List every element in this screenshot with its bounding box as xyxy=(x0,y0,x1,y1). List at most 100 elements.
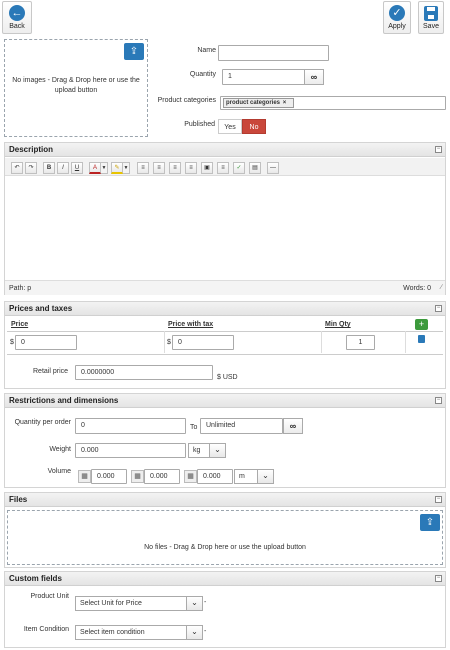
redo-icon[interactable]: ↷ xyxy=(25,162,37,174)
categories-label: Product categories xyxy=(157,97,216,104)
product-unit-select[interactable]: Select Unit for Price xyxy=(75,596,187,611)
chevron-down-icon[interactable]: ▼ xyxy=(123,162,130,174)
price-input[interactable]: 0 xyxy=(15,335,77,350)
price-tax-column-header: Price with tax xyxy=(168,321,214,328)
category-tag-label: product categories xyxy=(226,100,281,106)
collapse-icon[interactable]: − xyxy=(435,496,442,503)
dimension-z-icon: ▦ xyxy=(184,470,197,483)
files-dropzone[interactable]: ⇪ No files - Drag & Drop here or use the… xyxy=(7,510,443,565)
back-button[interactable]: ← Back xyxy=(2,1,32,34)
italic-button[interactable]: I xyxy=(57,162,69,174)
prices-header: Prices and taxes − xyxy=(5,302,445,316)
add-price-button[interactable]: + xyxy=(415,319,428,330)
weight-input[interactable]: 0.000 xyxy=(75,443,186,458)
volume-x-input[interactable]: 0.000 xyxy=(91,469,127,484)
collapse-icon[interactable]: − xyxy=(435,575,442,582)
files-header: Files − xyxy=(5,493,445,507)
align-right-icon[interactable]: ≡ xyxy=(185,162,197,174)
apply-button[interactable]: ✓ Apply xyxy=(383,1,411,34)
upload-image-button[interactable]: ⇪ xyxy=(124,43,144,60)
category-tag[interactable]: product categories × xyxy=(223,98,294,108)
item-condition-select[interactable]: Select item condition xyxy=(75,625,187,640)
bold-button[interactable]: B xyxy=(43,162,55,174)
trash-icon[interactable] xyxy=(418,335,425,343)
dash: - xyxy=(204,628,207,635)
chevron-down-icon[interactable]: ⌄ xyxy=(257,469,274,484)
bullet-list-icon[interactable]: ≡ xyxy=(137,162,149,174)
collapse-icon[interactable]: − xyxy=(435,397,442,404)
volume-unit-select[interactable]: m xyxy=(234,469,258,484)
save-label: Save xyxy=(423,23,439,30)
chevron-down-icon[interactable]: ⌄ xyxy=(186,596,203,611)
underline-button[interactable]: U xyxy=(71,162,83,174)
save-button[interactable]: Save xyxy=(418,1,444,34)
quantity-to-input[interactable]: Unlimited xyxy=(200,418,283,434)
divider xyxy=(405,331,406,353)
published-yes-toggle[interactable]: Yes xyxy=(218,119,242,134)
toolbar: ← Back ✓ Apply Save xyxy=(0,0,450,36)
volume-y-input[interactable]: 0.000 xyxy=(144,469,180,484)
numbered-list-icon[interactable]: ≡ xyxy=(153,162,165,174)
editor-path: Path: p xyxy=(9,285,32,292)
remove-tag-icon[interactable]: × xyxy=(283,100,287,106)
apply-label: Apply xyxy=(388,23,406,30)
link-icon[interactable]: ✓ xyxy=(233,162,245,174)
price-with-tax-input[interactable]: 0 xyxy=(172,335,234,350)
horizontal-rule-icon[interactable]: — xyxy=(267,162,279,174)
files-title: Files xyxy=(9,495,28,504)
volume-label: Volume xyxy=(47,468,71,475)
published-label: Published xyxy=(184,121,215,128)
custom-fields-title: Custom fields xyxy=(9,574,62,583)
name-input[interactable] xyxy=(218,45,329,61)
currency-symbol: $ xyxy=(10,339,14,346)
to-label: To xyxy=(190,424,198,431)
name-label: Name xyxy=(197,47,216,54)
undo-icon[interactable]: ↶ xyxy=(11,162,23,174)
back-label: Back xyxy=(9,23,25,30)
editor-statusbar: Path: p Words: 0 ∕ xyxy=(5,280,445,295)
divider xyxy=(164,331,165,353)
upload-file-button[interactable]: ⇪ xyxy=(420,514,440,531)
chevron-down-icon[interactable]: ⌄ xyxy=(209,443,226,458)
retail-price-label: Retail price xyxy=(33,368,69,375)
prices-title: Prices and taxes xyxy=(9,304,73,313)
media-icon[interactable]: ▤ xyxy=(249,162,261,174)
align-left-icon[interactable]: ≡ xyxy=(169,162,181,174)
editor-body[interactable] xyxy=(5,177,445,279)
weight-unit-select[interactable]: kg xyxy=(188,443,210,458)
text-color-icon[interactable]: A xyxy=(89,162,101,174)
custom-fields-panel: Custom fields − Product Unit Select Unit… xyxy=(4,571,446,648)
min-qty-column-header: Min Qty xyxy=(325,321,351,328)
image-dropzone[interactable]: ⇪ No images - Drag & Drop here or use th… xyxy=(4,39,148,137)
quantity-from-input[interactable]: 0 xyxy=(75,418,186,434)
collapse-icon[interactable]: − xyxy=(435,146,442,153)
min-qty-input[interactable]: 1 xyxy=(346,335,375,350)
retail-price-input[interactable]: 0.0000000 xyxy=(75,365,213,380)
arrow-left-icon: ← xyxy=(9,5,25,21)
dimension-x-icon: ▦ xyxy=(78,470,91,483)
retail-price-unit: $ USD xyxy=(217,374,238,381)
check-icon: ✓ xyxy=(389,5,405,21)
infinity-icon[interactable]: ∞ xyxy=(304,69,324,85)
quantity-label: Quantity xyxy=(189,71,216,78)
chevron-down-icon[interactable]: ▼ xyxy=(101,162,108,174)
quantity-input[interactable]: 1 xyxy=(222,69,305,85)
floppy-icon xyxy=(424,6,438,21)
highlight-icon[interactable]: ✎ xyxy=(111,162,123,174)
infinity-icon[interactable]: ∞ xyxy=(283,418,303,434)
restrictions-header: Restrictions and dimensions − xyxy=(5,394,445,408)
collapse-icon[interactable]: − xyxy=(435,305,442,312)
restrictions-title: Restrictions and dimensions xyxy=(9,396,119,405)
dimension-y-icon: ▦ xyxy=(131,470,144,483)
resize-icon[interactable]: ∕ xyxy=(441,284,442,291)
description-header: Description − xyxy=(5,143,445,157)
image-icon[interactable]: ▣ xyxy=(201,162,213,174)
description-title: Description xyxy=(9,145,54,154)
published-no-toggle[interactable]: No xyxy=(242,119,266,134)
prices-panel: Prices and taxes − Price Price with tax … xyxy=(4,301,446,389)
restrictions-panel: Restrictions and dimensions − Quantity p… xyxy=(4,393,446,488)
indent-icon[interactable]: ≡ xyxy=(217,162,229,174)
volume-z-input[interactable]: 0.000 xyxy=(197,469,233,484)
dash: - xyxy=(204,599,207,606)
chevron-down-icon[interactable]: ⌄ xyxy=(186,625,203,640)
